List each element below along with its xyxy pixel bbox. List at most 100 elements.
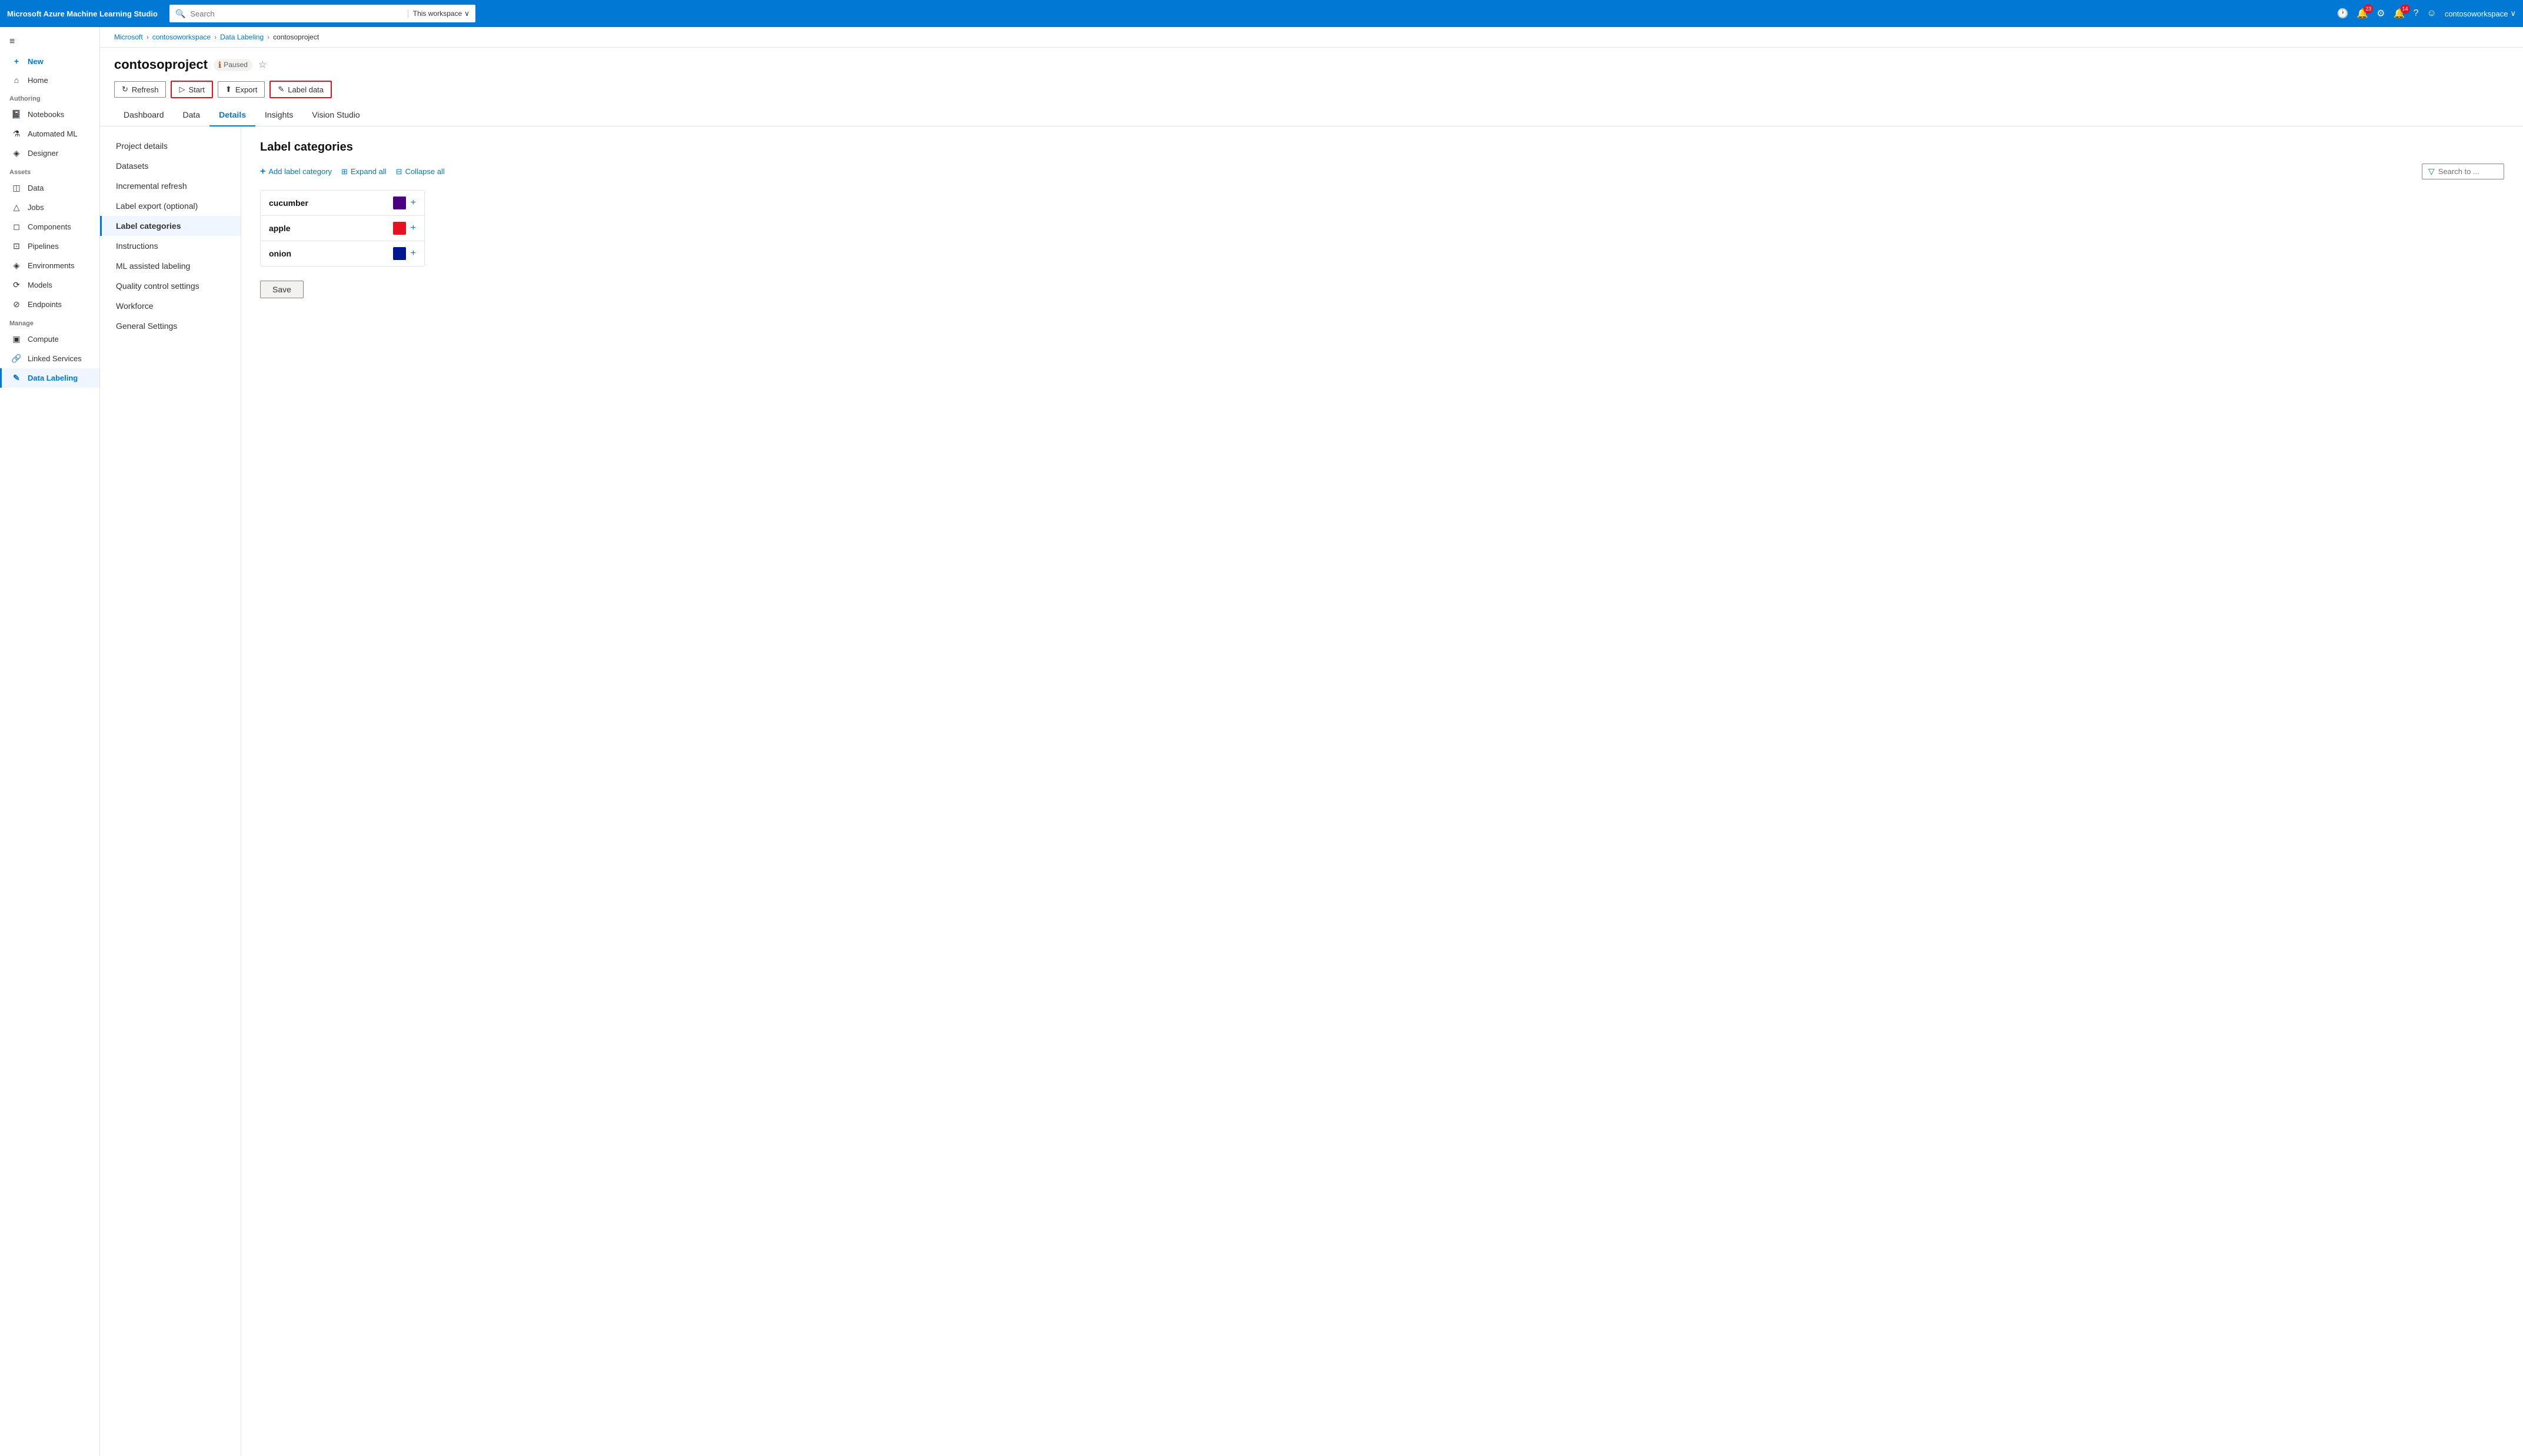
collapse-all-button[interactable]: ⊟ Collapse all <box>396 167 445 176</box>
sidebar-item-jobs[interactable]: △ Jobs <box>0 198 99 217</box>
scope-chevron-icon: ∨ <box>464 9 470 18</box>
notebooks-icon: 📓 <box>11 109 22 119</box>
label-cat-right-apple: + <box>393 222 416 235</box>
top-bar-icons: 🕐 🔔 23 ⚙ 🔔 14 ? ☺ contosoworkspace ∨ <box>2336 8 2516 19</box>
sidebar-new-label: New <box>28 57 44 66</box>
color-swatch-apple[interactable] <box>393 222 406 235</box>
sidebar-endpoints-label: Endpoints <box>28 300 62 309</box>
refresh-icon: ↻ <box>122 85 128 94</box>
add-sub-category-onion-button[interactable]: + <box>411 249 416 258</box>
color-swatch-onion[interactable] <box>393 247 406 260</box>
sidebar-item-automated-ml[interactable]: ⚗ Automated ML <box>0 124 99 144</box>
start-button[interactable]: ▷ Start <box>171 81 212 98</box>
category-search-input[interactable] <box>2438 167 2497 176</box>
refresh-button[interactable]: ↻ Refresh <box>114 81 166 98</box>
sidebar-compute-label: Compute <box>28 335 59 344</box>
export-button[interactable]: ⬆ Export <box>218 81 265 98</box>
tab-dashboard[interactable]: Dashboard <box>114 104 174 126</box>
user-menu[interactable]: contosoworkspace ∨ <box>2445 9 2516 18</box>
add-sub-category-apple-button[interactable]: + <box>411 224 416 233</box>
sidebar-item-notebooks[interactable]: 📓 Notebooks <box>0 105 99 124</box>
nav-project-details[interactable]: Project details <box>100 136 241 156</box>
add-icon: + <box>260 166 265 177</box>
sidebar-pipelines-label: Pipelines <box>28 242 59 251</box>
sidebar-environments-label: Environments <box>28 261 74 270</box>
sidebar-notebooks-label: Notebooks <box>28 110 64 119</box>
nav-ml-assisted-labeling[interactable]: ML assisted labeling <box>100 256 241 276</box>
alerts-icon[interactable]: 🔔 14 <box>2394 8 2405 19</box>
assets-section-label: Assets <box>0 163 99 178</box>
label-data-label: Label data <box>288 85 324 94</box>
category-search-box: ▽ <box>2422 164 2504 179</box>
sidebar-item-data[interactable]: ◫ Data <box>0 178 99 198</box>
sidebar-item-designer[interactable]: ◈ Designer <box>0 144 99 163</box>
compute-icon: ▣ <box>11 334 22 344</box>
label-name-cucumber: cucumber <box>269 198 308 208</box>
start-icon: ▷ <box>179 85 185 94</box>
label-categories-list: cucumber + apple + <box>260 190 425 266</box>
tab-insights[interactable]: Insights <box>255 104 302 126</box>
sidebar-item-new[interactable]: + New <box>0 52 99 71</box>
nav-quality-control[interactable]: Quality control settings <box>100 276 241 296</box>
page-title: contosoproject <box>114 57 208 72</box>
settings-icon[interactable]: ⚙ <box>2376 8 2385 19</box>
notifications-icon[interactable]: 🔔 23 <box>2356 8 2368 19</box>
status-badge: ℹ Paused <box>214 59 252 71</box>
help-icon[interactable]: ? <box>2414 8 2419 19</box>
export-label: Export <box>235 85 258 94</box>
sidebar-item-pipelines[interactable]: ⊡ Pipelines <box>0 236 99 256</box>
nav-incremental-refresh[interactable]: Incremental refresh <box>100 176 241 196</box>
label-cat-right-cucumber: + <box>393 196 416 209</box>
color-swatch-cucumber[interactable] <box>393 196 406 209</box>
paused-icon: ℹ <box>218 60 221 70</box>
search-container: 🔍 This workspace ∨ <box>169 5 475 22</box>
sidebar-item-home[interactable]: ⌂ Home <box>0 71 99 89</box>
nav-label-export[interactable]: Label export (optional) <box>100 196 241 216</box>
section-title: Label categories <box>260 141 2504 154</box>
sidebar-item-models[interactable]: ⟳ Models <box>0 275 99 295</box>
details-layout: Project details Datasets Incremental ref… <box>100 126 2523 1456</box>
user-chevron-icon: ∨ <box>2510 9 2516 18</box>
sidebar-item-components[interactable]: ◻ Components <box>0 217 99 236</box>
collapse-all-label: Collapse all <box>405 167 445 176</box>
label-name-onion: onion <box>269 249 291 258</box>
nav-label-categories[interactable]: Label categories <box>100 216 241 236</box>
sidebar-designer-label: Designer <box>28 149 58 158</box>
collapse-icon: ⊟ <box>396 167 402 176</box>
sidebar: ≡ + New ⌂ Home Authoring 📓 Notebooks ⚗ A… <box>0 27 100 1456</box>
save-button[interactable]: Save <box>260 281 304 298</box>
breadcrumb-microsoft[interactable]: Microsoft <box>114 33 143 41</box>
hamburger-menu-button[interactable]: ≡ <box>0 32 99 52</box>
user-face-icon[interactable]: ☺ <box>2427 8 2436 19</box>
nav-instructions[interactable]: Instructions <box>100 236 241 256</box>
sidebar-item-linked-services[interactable]: 🔗 Linked Services <box>0 349 99 368</box>
breadcrumb-data-labeling[interactable]: Data Labeling <box>220 33 264 41</box>
label-data-button[interactable]: ✎ Label data <box>269 81 332 98</box>
breadcrumb-sep-3: › <box>267 33 269 41</box>
nav-general-settings[interactable]: General Settings <box>100 316 241 336</box>
jobs-icon: △ <box>11 202 22 212</box>
breadcrumb-sep-1: › <box>147 33 149 41</box>
home-icon: ⌂ <box>11 75 22 85</box>
add-label-category-button[interactable]: + Add label category <box>260 166 332 177</box>
nav-datasets[interactable]: Datasets <box>100 156 241 176</box>
tab-data[interactable]: Data <box>174 104 210 126</box>
nav-workforce[interactable]: Workforce <box>100 296 241 316</box>
sidebar-item-data-labeling[interactable]: ✎ Data Labeling <box>0 368 99 388</box>
refresh-label: Refresh <box>132 85 159 94</box>
breadcrumb-workspace[interactable]: contosoworkspace <box>152 33 211 41</box>
sidebar-item-compute[interactable]: ▣ Compute <box>0 329 99 349</box>
tab-vision-studio[interactable]: Vision Studio <box>302 104 369 126</box>
favorite-star-icon[interactable]: ☆ <box>258 59 267 71</box>
sidebar-item-environments[interactable]: ◈ Environments <box>0 256 99 275</box>
search-input[interactable] <box>190 9 402 18</box>
new-icon: + <box>11 56 22 66</box>
search-scope[interactable]: This workspace ∨ <box>408 9 470 18</box>
clock-icon[interactable]: 🕐 <box>2336 8 2348 19</box>
manage-section-label: Manage <box>0 314 99 329</box>
sidebar-item-endpoints[interactable]: ⊘ Endpoints <box>0 295 99 314</box>
expand-icon: ⊞ <box>341 167 348 176</box>
add-sub-category-cucumber-button[interactable]: + <box>411 198 416 208</box>
tab-details[interactable]: Details <box>209 104 255 126</box>
expand-all-button[interactable]: ⊞ Expand all <box>341 167 387 176</box>
